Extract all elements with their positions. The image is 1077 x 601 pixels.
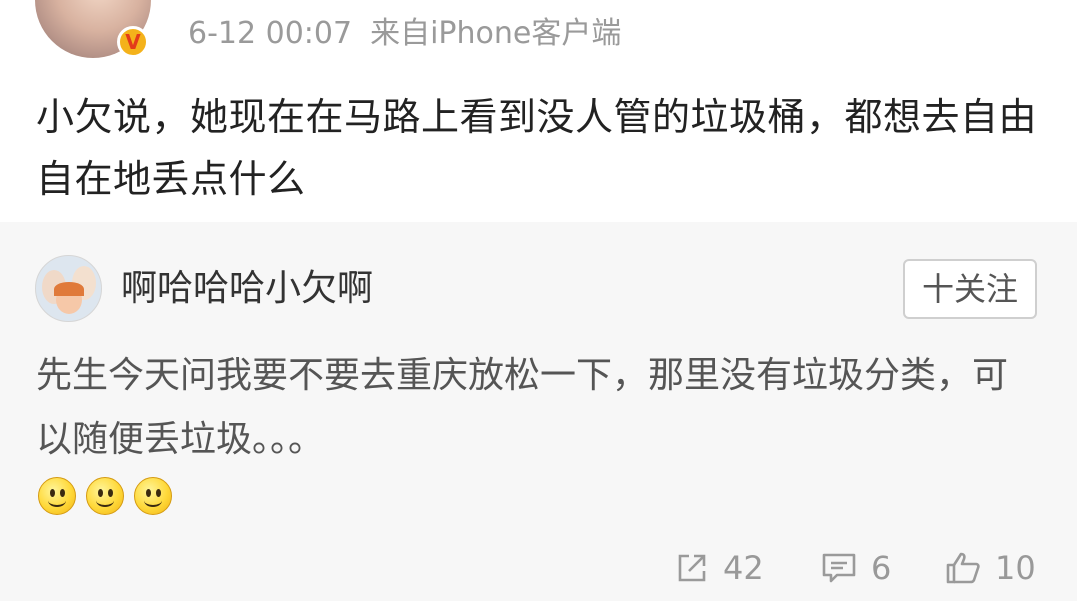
- avatar-hair-3: [54, 282, 84, 296]
- emoji-row: [38, 477, 172, 517]
- post-meta: 6-12 00:07 来自iPhone客户端: [188, 14, 621, 54]
- repost-count: 42: [723, 549, 764, 587]
- repost-button[interactable]: 42: [675, 547, 764, 589]
- original-post: V 6-12 00:07 来自iPhone客户端 小欠说，她现在在马路上看到没人管…: [0, 0, 1077, 222]
- thumbs-up-icon: [946, 552, 980, 584]
- like-count: 10: [995, 549, 1036, 587]
- repost-card[interactable]: 啊哈哈哈小欠啊 十关注 先生今天问我要不要去重庆放松一下，那里没有垃圾分类，可以…: [0, 222, 1077, 601]
- smile-emoji-icon: [38, 477, 76, 515]
- comment-icon: [822, 553, 856, 583]
- post-text: 小欠说，她现在在马路上看到没人管的垃圾桶，都想去自由自在地丢点什么: [36, 95, 1038, 201]
- smile-emoji-icon: [134, 477, 172, 515]
- repost-text: 先生今天问我要不要去重庆放松一下，那里没有垃圾分类，可以随便丢垃圾。。。: [36, 355, 1009, 460]
- repost-avatar[interactable]: [35, 255, 102, 322]
- post-source: 来自iPhone客户端: [370, 16, 622, 51]
- share-icon: [678, 554, 706, 582]
- post-time: 6-12 00:07: [188, 16, 353, 51]
- comment-button[interactable]: 6: [821, 547, 891, 589]
- verified-badge-icon: V: [117, 26, 149, 58]
- smile-emoji-icon: [86, 477, 124, 515]
- follow-button[interactable]: 十关注: [903, 259, 1037, 319]
- like-button[interactable]: 10: [945, 547, 1036, 589]
- comment-count: 6: [871, 549, 892, 587]
- repost-author[interactable]: 啊哈哈哈小欠啊: [121, 266, 373, 312]
- action-bar: 42 6 10: [0, 547, 1077, 589]
